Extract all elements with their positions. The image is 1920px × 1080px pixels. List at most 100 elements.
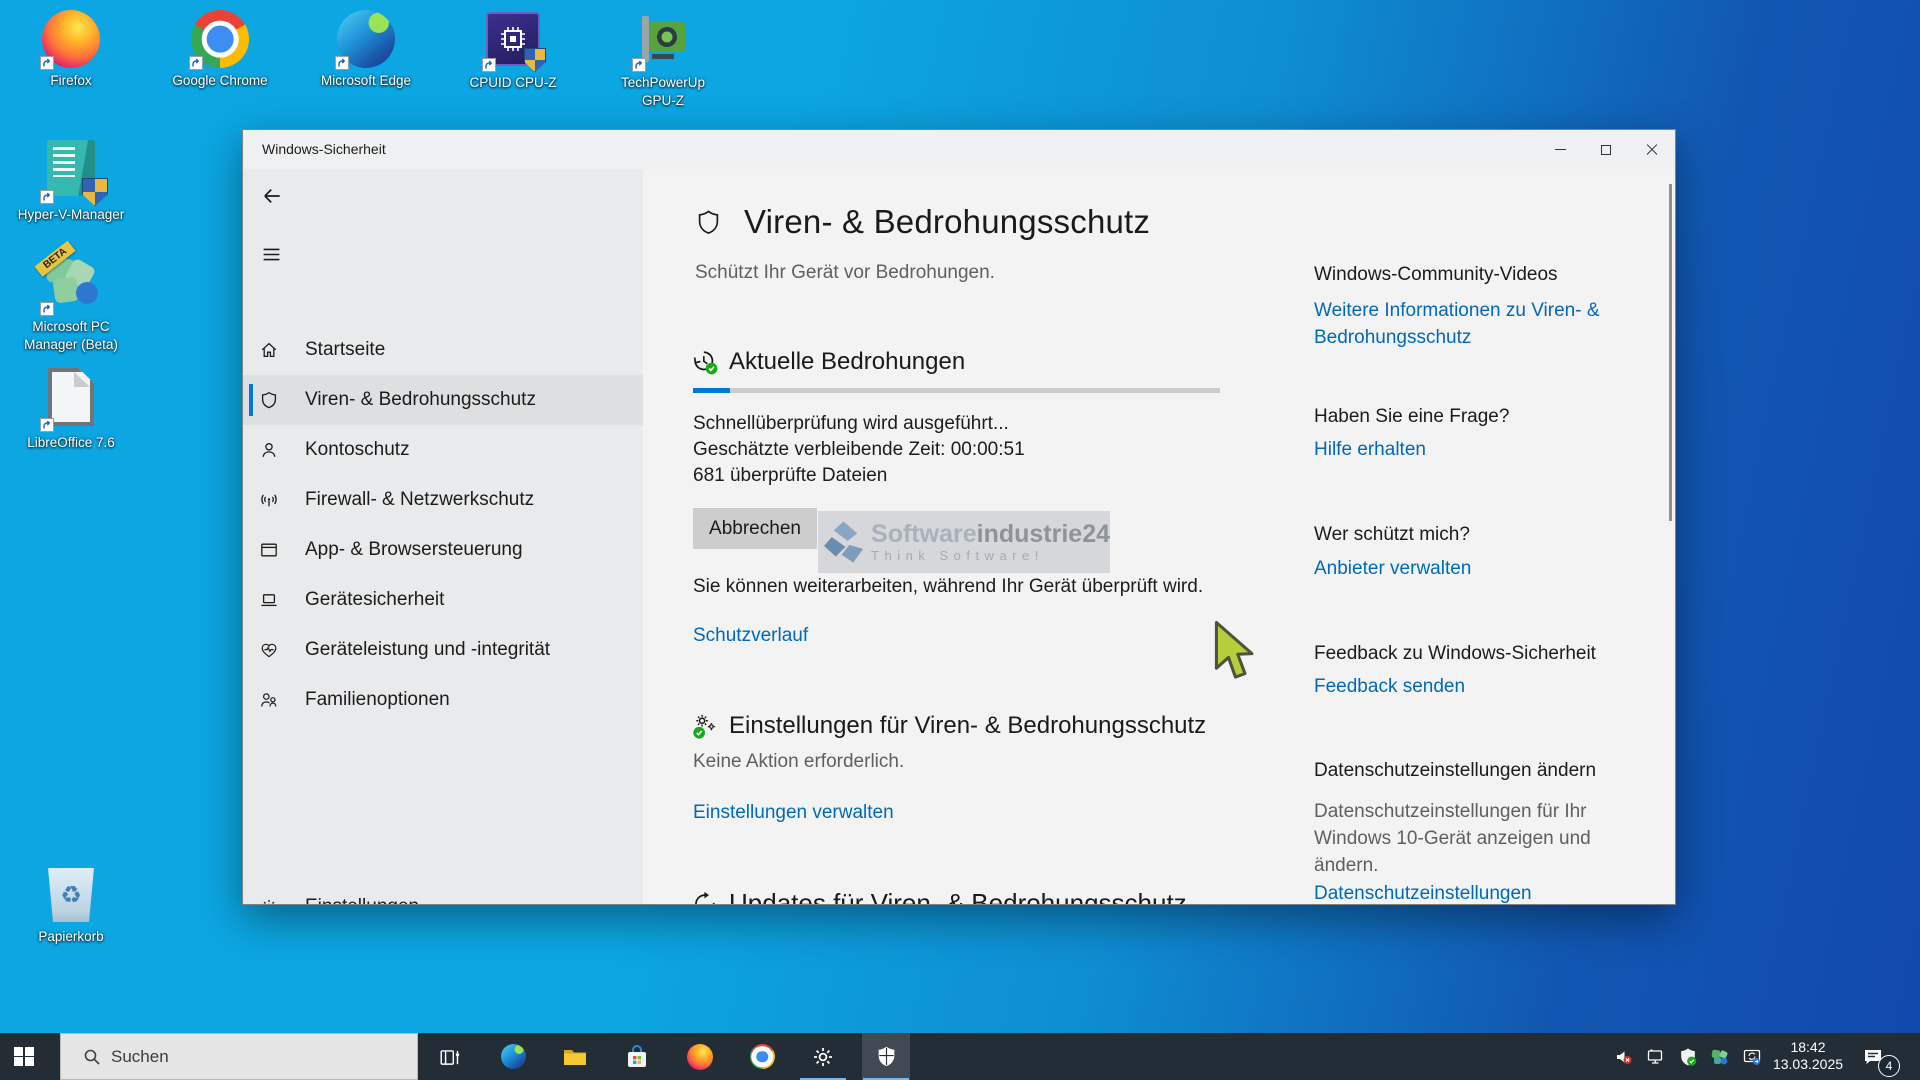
cancel-scan-button[interactable]: Abbrechen xyxy=(693,508,817,549)
section-title: Einstellungen für Viren- & Bedrohungssch… xyxy=(729,712,1206,740)
schutzverlauf-link[interactable]: Schutzverlauf xyxy=(693,625,808,647)
desktop-icon-recycle-bin[interactable]: ♻ Papierkorb xyxy=(11,868,131,946)
desktop-icon-hyperv[interactable]: Hyper-V-Manager xyxy=(11,140,131,224)
sidebar-item-kontoschutz[interactable]: Kontoschutz xyxy=(243,425,643,475)
maximize-button[interactable] xyxy=(1583,130,1629,169)
desktop-icon-cpuz[interactable]: CPUID CPU-Z xyxy=(453,10,573,92)
desktop: Firefox Google Chrome Microsoft Edge CPU… xyxy=(0,0,1920,1080)
sidebar-item-viren-bedrohungsschutz[interactable]: Viren- & Bedrohungsschutz xyxy=(243,375,643,425)
datenschutzeinstellungen-link[interactable]: Datenschutzeinstellungen xyxy=(1314,883,1532,905)
shortcut-arrow-icon xyxy=(335,56,349,70)
taskbar-search[interactable] xyxy=(60,1033,418,1080)
minimize-button[interactable] xyxy=(1537,130,1583,169)
desktop-icon-gpuz[interactable]: TechPowerUp GPU-Z xyxy=(603,10,723,110)
aside-heading-provider: Wer schützt mich? xyxy=(1314,524,1470,546)
progress-fill xyxy=(693,388,730,393)
system-tray xyxy=(1608,1033,1768,1080)
shield-icon xyxy=(695,207,722,238)
updates-section-header: Updates für Viren- & Bedrohungsschutz xyxy=(691,888,1187,905)
desktop-icon-libreoffice[interactable]: LibreOffice 7.6 xyxy=(11,368,131,452)
window-title: Windows-Sicherheit xyxy=(262,141,386,157)
desktop-icon-pc-manager[interactable]: BETA Microsoft PC Manager (Beta) xyxy=(11,250,131,354)
desktop-icon-edge[interactable]: Microsoft Edge xyxy=(306,10,426,90)
network-icon[interactable] xyxy=(1640,1033,1672,1080)
current-threats-header: Aktuelle Bedrohungen xyxy=(691,348,965,376)
menu-button[interactable] xyxy=(261,238,297,270)
shortcut-arrow-icon xyxy=(40,190,54,204)
scan-status-line: Schnellüberprüfung wird ausgeführt... xyxy=(693,411,1025,437)
weitere-informationen-link[interactable]: Weitere Informationen zu Viren- & Bedroh… xyxy=(1314,297,1614,351)
family-icon xyxy=(259,690,279,710)
taskbar-file-explorer[interactable] xyxy=(551,1033,599,1080)
store-icon xyxy=(625,1045,649,1069)
scrollbar[interactable] xyxy=(1669,184,1672,521)
firefox-icon xyxy=(42,10,100,68)
sidebar-item-firewall-netzwerkschutz[interactable]: Firewall- & Netzwerkschutz xyxy=(243,475,643,525)
watermark-brand-dark: industrie24 xyxy=(977,520,1110,548)
display-connect-icon[interactable] xyxy=(1736,1033,1768,1080)
sidebar-item-familienoptionen[interactable]: Familienoptionen xyxy=(243,675,643,725)
shortcut-arrow-icon xyxy=(40,302,54,316)
uac-shield-icon xyxy=(524,48,546,72)
feedback-senden-link[interactable]: Feedback senden xyxy=(1314,676,1465,698)
titlebar[interactable]: Windows-Sicherheit xyxy=(243,130,1675,169)
scan-history-icon xyxy=(691,348,719,376)
taskbar-store[interactable] xyxy=(613,1033,661,1080)
taskbar-edge[interactable] xyxy=(489,1033,537,1080)
pc-manager-tray-icon[interactable] xyxy=(1704,1033,1736,1080)
watermark-logo-icon xyxy=(824,519,865,565)
firefox-icon xyxy=(687,1044,713,1070)
settings-status: Keine Aktion erforderlich. xyxy=(693,751,904,773)
scan-status: Schnellüberprüfung wird ausgeführt... Ge… xyxy=(693,411,1025,489)
cpuz-icon xyxy=(484,12,542,70)
browser-window-icon xyxy=(259,540,279,560)
volume-muted-icon[interactable] xyxy=(1608,1033,1640,1080)
aside-heading-question: Haben Sie eine Frage? xyxy=(1314,406,1509,428)
taskbar-firefox[interactable] xyxy=(676,1033,724,1080)
settings-section-header: Einstellungen für Viren- & Bedrohungssch… xyxy=(691,712,1206,740)
sidebar-item-geraetesicherheit[interactable]: Gerätesicherheit xyxy=(243,575,643,625)
aside-heading-community: Windows-Community-Videos xyxy=(1314,264,1558,286)
section-title: Aktuelle Bedrohungen xyxy=(729,348,965,376)
signal-icon xyxy=(259,490,279,510)
page-subtitle: Schützt Ihr Gerät vor Bedrohungen. xyxy=(695,262,995,284)
close-icon xyxy=(1646,144,1658,156)
close-button[interactable] xyxy=(1629,130,1675,169)
shield-icon xyxy=(259,390,279,410)
taskbar-clock[interactable]: 18:42 13.03.2025 xyxy=(1767,1039,1849,1073)
taskbar-settings[interactable] xyxy=(799,1033,847,1080)
desktop-icon-firefox[interactable]: Firefox xyxy=(11,10,131,90)
hamburger-icon xyxy=(261,244,282,265)
taskbar-chrome[interactable] xyxy=(738,1033,786,1080)
aside-heading-privacy: Datenschutzeinstellungen ändern xyxy=(1314,760,1596,782)
clock-date: 13.03.2025 xyxy=(1767,1056,1849,1073)
selected-indicator xyxy=(249,384,253,416)
heart-pulse-icon xyxy=(259,640,279,660)
notification-badge: 4 xyxy=(1878,1055,1900,1077)
sidebar-item-geraeteleistung[interactable]: Geräteleistung und -integrität xyxy=(243,625,643,675)
search-input[interactable] xyxy=(111,1047,361,1067)
sidebar-item-startseite[interactable]: Startseite xyxy=(243,325,643,375)
start-button[interactable] xyxy=(0,1033,48,1080)
taskbar-windows-security[interactable] xyxy=(862,1033,910,1080)
search-icon xyxy=(83,1048,101,1066)
defender-shield-icon xyxy=(875,1044,898,1069)
anbieter-verwalten-link[interactable]: Anbieter verwalten xyxy=(1314,558,1471,580)
sidebar-item-einstellungen[interactable]: Einstellungen xyxy=(243,882,643,905)
hilfe-erhalten-link[interactable]: Hilfe erhalten xyxy=(1314,439,1426,461)
hyperv-icon xyxy=(42,140,100,202)
windows-logo-icon xyxy=(14,1047,34,1067)
einstellungen-verwalten-link[interactable]: Einstellungen verwalten xyxy=(693,802,894,824)
defender-tray-icon[interactable] xyxy=(1672,1033,1704,1080)
laptop-icon xyxy=(259,590,279,610)
page-title: Viren- & Bedrohungsschutz xyxy=(744,203,1150,241)
gpuz-icon xyxy=(634,12,692,70)
back-button[interactable] xyxy=(261,180,297,212)
task-view-button[interactable] xyxy=(426,1033,474,1080)
files-scanned: 681 überprüfte Dateien xyxy=(693,463,1025,489)
sidebar-item-app-browsersteuerung[interactable]: App- & Browsersteuerung xyxy=(243,525,643,575)
desktop-icon-chrome[interactable]: Google Chrome xyxy=(160,10,280,90)
recycle-bin-icon: ♻ xyxy=(42,868,100,924)
uac-shield-icon xyxy=(82,178,108,206)
file-explorer-icon xyxy=(562,1044,588,1070)
